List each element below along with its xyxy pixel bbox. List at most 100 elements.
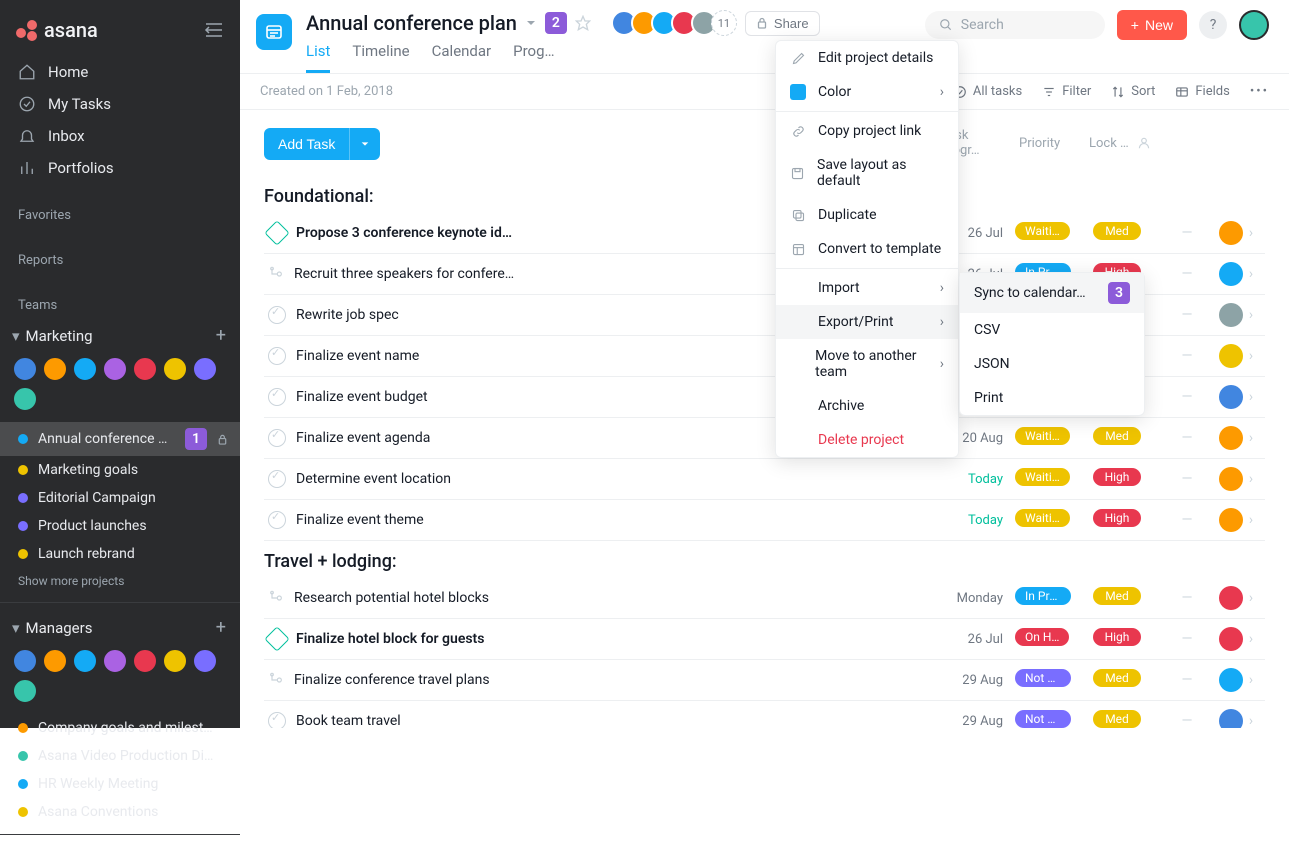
project-item[interactable]: Launch rebrand <box>0 540 240 568</box>
menu-item-delete-project[interactable]: Delete project <box>776 423 958 457</box>
task-due-date[interactable]: Today <box>913 472 1003 487</box>
new-button[interactable]: + New <box>1117 10 1187 40</box>
lock-cell[interactable]: — <box>1151 512 1211 528</box>
add-project-icon[interactable]: + <box>216 325 226 346</box>
add-task-button[interactable]: Add Task <box>264 128 349 160</box>
chevron-right-icon[interactable]: › <box>1249 512 1253 528</box>
task-due-date[interactable]: 26 Jul <box>913 632 1003 647</box>
chevron-right-icon[interactable]: › <box>1249 225 1253 241</box>
milestone-icon[interactable] <box>264 220 289 245</box>
chevron-right-icon[interactable]: › <box>1249 266 1253 282</box>
progress-pill[interactable]: Waiti… <box>1015 509 1070 527</box>
lock-cell[interactable]: — <box>1151 348 1211 364</box>
lock-cell[interactable]: — <box>1151 471 1211 487</box>
complete-checkbox[interactable] <box>268 712 286 728</box>
col-lock[interactable]: Lock … <box>1077 136 1137 151</box>
task-due-date[interactable]: 29 Aug <box>913 673 1003 688</box>
menu-item-edit-project-details[interactable]: Edit project details <box>776 41 958 75</box>
star-icon[interactable] <box>575 15 591 31</box>
progress-pill[interactable]: Not S… <box>1015 710 1071 728</box>
lock-cell[interactable]: — <box>1151 389 1211 405</box>
show-more-projects[interactable]: Show more projects <box>0 568 240 594</box>
assignee-avatar[interactable] <box>1219 426 1243 450</box>
submenu-item-sync-to-calendar-[interactable]: Sync to calendar…3 <box>960 273 1144 313</box>
project-menu-caret[interactable] <box>525 17 537 29</box>
menu-item-export-print[interactable]: Export/Print› <box>776 305 958 339</box>
tab-timeline[interactable]: Timeline <box>352 42 409 73</box>
assignee-avatar[interactable] <box>1219 467 1243 491</box>
task-name[interactable]: Finalize hotel block for guests <box>296 631 913 647</box>
complete-checkbox[interactable] <box>268 429 286 447</box>
chevron-right-icon[interactable]: › <box>1249 672 1253 688</box>
more-actions[interactable]: ••• <box>1250 84 1269 99</box>
filter-button[interactable]: Filter <box>1042 84 1091 99</box>
progress-pill[interactable]: Waiti… <box>1015 222 1070 240</box>
lock-cell[interactable]: — <box>1151 307 1211 323</box>
menu-item-move-to-another-team[interactable]: Move to another team› <box>776 339 958 389</box>
add-project-icon[interactable]: + <box>216 617 226 638</box>
menu-item-copy-project-link[interactable]: Copy project link <box>776 114 958 148</box>
current-user-avatar[interactable] <box>1239 10 1269 40</box>
chevron-right-icon[interactable]: › <box>1249 307 1253 323</box>
assignee-avatar[interactable] <box>1219 508 1243 532</box>
assignee-avatar[interactable] <box>1219 627 1243 651</box>
progress-pill[interactable]: On H… <box>1015 628 1069 646</box>
favorites-label[interactable]: Favorites <box>0 200 240 229</box>
task-row[interactable]: Research potential hotel blocksMondayIn … <box>264 578 1265 619</box>
project-item[interactable]: Company goals and milest… <box>0 714 240 742</box>
project-item[interactable]: Annual conference plan1 <box>0 422 240 456</box>
nav-home[interactable]: Home <box>0 56 240 88</box>
menu-item-save-layout-as-default[interactable]: Save layout as default <box>776 148 958 198</box>
task-row[interactable]: Finalize event themeTodayWaiti…High—› <box>264 500 1265 541</box>
progress-pill[interactable]: Waiti… <box>1015 468 1070 486</box>
member-stack[interactable]: 11 <box>617 10 737 36</box>
member-count[interactable]: 11 <box>711 10 737 36</box>
asana-logo[interactable]: asana <box>16 18 98 42</box>
tab-calendar[interactable]: Calendar <box>432 42 492 73</box>
task-name[interactable]: Finalize event theme <box>296 512 913 528</box>
fields-button[interactable]: Fields <box>1175 84 1229 99</box>
complete-checkbox[interactable] <box>268 388 286 406</box>
chevron-right-icon[interactable]: › <box>1249 348 1253 364</box>
task-row[interactable]: Book team travel29 AugNot S…Med—› <box>264 701 1265 728</box>
project-item[interactable]: Asana Video Production Di… <box>0 742 240 770</box>
submenu-item-json[interactable]: JSON <box>960 347 1144 381</box>
progress-pill[interactable]: Waiti… <box>1015 427 1070 445</box>
project-item[interactable]: HR Weekly Meeting <box>0 770 240 798</box>
priority-pill[interactable]: Med <box>1093 427 1141 445</box>
project-title[interactable]: Annual conference plan <box>306 11 517 35</box>
task-row[interactable]: Finalize conference travel plans29 AugNo… <box>264 660 1265 701</box>
assignee-avatar[interactable] <box>1219 709 1243 728</box>
assignee-avatar[interactable] <box>1219 262 1243 286</box>
assignee-avatar[interactable] <box>1219 344 1243 368</box>
priority-pill[interactable]: Med <box>1093 710 1141 728</box>
team-avatars[interactable] <box>0 352 240 422</box>
submenu-item-csv[interactable]: CSV <box>960 313 1144 347</box>
chevron-right-icon[interactable]: › <box>1249 471 1253 487</box>
menu-item-color[interactable]: Color› <box>776 75 958 109</box>
complete-checkbox[interactable] <box>268 470 286 488</box>
project-item[interactable]: Editorial Campaign <box>0 484 240 512</box>
menu-item-import[interactable]: Import› <box>776 271 958 305</box>
task-row[interactable]: Determine event locationTodayWaiti…High—… <box>264 459 1265 500</box>
chevron-right-icon[interactable]: › <box>1249 631 1253 647</box>
chevron-right-icon[interactable]: › <box>1249 389 1253 405</box>
complete-checkbox[interactable] <box>268 306 286 324</box>
lock-cell[interactable]: — <box>1151 225 1211 241</box>
lock-cell[interactable]: — <box>1151 430 1211 446</box>
lock-cell[interactable]: — <box>1151 631 1211 647</box>
help-button[interactable]: ? <box>1199 11 1227 39</box>
sort-button[interactable]: Sort <box>1111 84 1155 99</box>
project-item[interactable]: Asana Conventions <box>0 798 240 826</box>
collapse-sidebar-icon[interactable] <box>204 22 224 38</box>
team-avatars[interactable] <box>0 644 240 714</box>
assignee-avatar[interactable] <box>1219 385 1243 409</box>
progress-pill[interactable]: Not S… <box>1015 669 1071 687</box>
chevron-right-icon[interactable]: › <box>1249 430 1253 446</box>
share-button[interactable]: Share <box>745 11 820 36</box>
lock-cell[interactable]: — <box>1151 713 1211 728</box>
task-name[interactable]: Determine event location <box>296 471 913 487</box>
menu-item-duplicate[interactable]: Duplicate <box>776 198 958 232</box>
task-name[interactable]: Book team travel <box>296 713 913 728</box>
nav-inbox[interactable]: Inbox <box>0 120 240 152</box>
